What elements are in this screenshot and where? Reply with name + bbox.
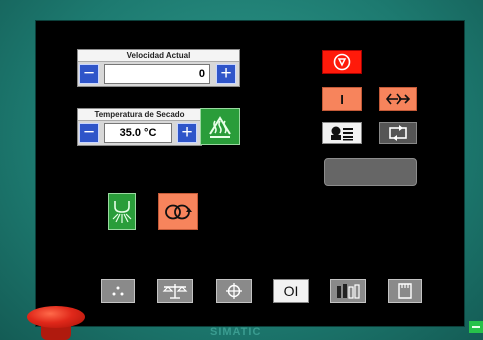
nav-on-off-button[interactable]: OI — [273, 279, 309, 303]
status-display — [324, 158, 417, 186]
hmi-screen: Velocidad Actual − 0 + Temperatura de Se… — [35, 20, 465, 327]
spray-nozzle-icon — [112, 200, 132, 223]
temperature-panel-title: Temperatura de Secado — [78, 109, 201, 121]
temperature-increase-button[interactable]: + — [177, 123, 197, 143]
loop-icon — [165, 204, 192, 219]
nav-memory-button[interactable] — [388, 279, 422, 303]
speed-panel: Velocidad Actual − 0 + — [77, 49, 240, 87]
cycle-button[interactable] — [379, 122, 417, 144]
heater-button[interactable] — [200, 108, 240, 145]
nav-gauges-button[interactable] — [330, 279, 366, 303]
stop-button[interactable] — [322, 50, 362, 74]
start-button-label: I — [340, 91, 344, 107]
speed-value-field[interactable]: 0 — [104, 64, 210, 84]
speed-panel-title: Velocidad Actual — [78, 50, 239, 62]
nav-scale-button[interactable] — [157, 279, 193, 303]
memory-icon — [398, 283, 412, 299]
direction-arrows-icon — [385, 93, 411, 105]
emergency-stop-button[interactable] — [25, 306, 87, 340]
manual-mode-button[interactable] — [322, 122, 362, 144]
spray-button[interactable] — [108, 193, 136, 230]
gauges-icon — [337, 284, 360, 299]
temperature-panel: Temperatura de Secado − 35.0 °C + — [77, 108, 202, 146]
heater-icon — [209, 115, 231, 138]
speed-decrease-button[interactable]: − — [79, 64, 99, 84]
nav-crosshair-button[interactable] — [216, 279, 252, 303]
temperature-value-field[interactable]: 35.0 °C — [104, 123, 172, 143]
temperature-decrease-button[interactable]: − — [79, 123, 99, 143]
loop-button[interactable] — [158, 193, 198, 230]
crosshair-icon — [226, 283, 242, 299]
stop-icon — [333, 53, 351, 71]
brand-logo: SIMATIC — [210, 326, 262, 338]
manual-list-icon — [331, 126, 353, 141]
nav-dots-button[interactable] — [101, 279, 135, 303]
dots-icon — [112, 286, 124, 296]
cycle-icon — [389, 125, 407, 141]
direction-button[interactable] — [379, 87, 417, 111]
scale-icon — [162, 284, 188, 299]
speed-increase-button[interactable]: + — [216, 64, 236, 84]
status-led — [469, 321, 483, 333]
start-button[interactable]: I — [322, 87, 362, 111]
emergency-stop-cap — [27, 306, 85, 328]
on-off-icon: OI — [283, 283, 299, 299]
